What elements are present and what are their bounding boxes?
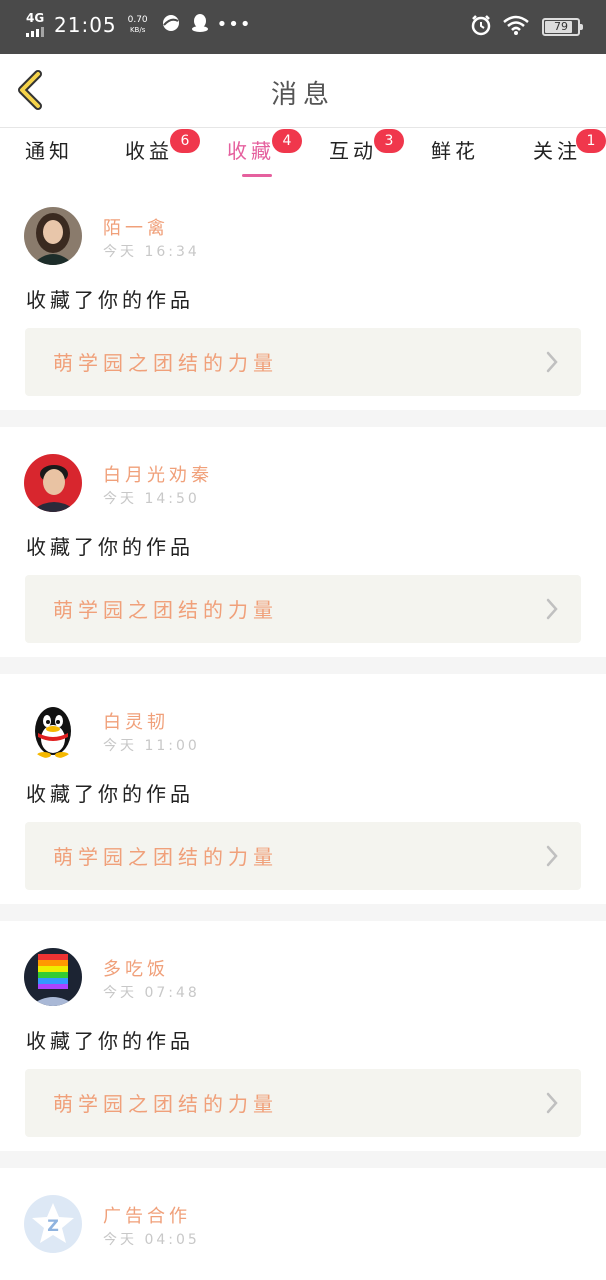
network-type: 4G (26, 11, 45, 25)
page-title: 消息 (270, 80, 335, 110)
avatar-woman[interactable] (24, 207, 82, 265)
active-tab-indicator (242, 174, 272, 177)
network-speed: 0.70 KB/s (125, 15, 151, 35)
work-title: 萌学园之团结的力量 (53, 1092, 278, 1116)
timestamp: 今天 16:34 (103, 244, 200, 260)
username[interactable]: 白灵韧 (103, 708, 169, 734)
wifi-icon (502, 15, 530, 39)
count-badge: 4 (272, 129, 302, 153)
username[interactable]: 陌一禽 (103, 214, 169, 240)
work-title: 萌学园之团结的力量 (53, 845, 278, 869)
avatar-man[interactable] (24, 454, 82, 512)
status-time: 21:05 (54, 13, 117, 37)
count-badge: 6 (170, 129, 200, 153)
divider (0, 657, 606, 674)
tab-label: 鲜花 (431, 139, 479, 163)
work-link[interactable]: 萌学园之团结的力量 (25, 575, 581, 643)
tab-flowers[interactable]: 鲜花 (410, 136, 500, 180)
message-list: 陌一禽 今天 16:34 收藏了你的作品 萌学园之团结的力量 白月光劝秦 今天 … (0, 180, 606, 1264)
tab-bar: 通知 收益 6 收藏 4 互动 3 鲜花 关注 1 (0, 128, 606, 180)
username[interactable]: 广告合作 (103, 1202, 191, 1228)
work-link[interactable]: 萌学园之团结的力量 (25, 1069, 581, 1137)
chevron-right-icon (546, 598, 558, 620)
chevron-right-icon (546, 351, 558, 373)
timestamp: 今天 07:48 (103, 985, 200, 1001)
count-badge: 1 (576, 129, 606, 153)
divider (0, 1151, 606, 1168)
username[interactable]: 多吃饭 (103, 955, 169, 981)
svg-text:Z: Z (47, 1216, 59, 1235)
qq-icon (191, 13, 209, 37)
work-link[interactable]: 萌学园之团结的力量 (25, 328, 581, 396)
action-text: 收藏了你的作品 (26, 288, 194, 312)
message-card: 陌一禽 今天 16:34 收藏了你的作品 萌学园之团结的力量 (0, 180, 606, 410)
tab-favorites[interactable]: 收藏 4 (206, 129, 302, 180)
browser-icon (161, 13, 181, 37)
message-card: 多吃饭 今天 07:48 收藏了你的作品 萌学园之团结的力量 (0, 921, 606, 1151)
work-title: 萌学园之团结的力量 (53, 351, 278, 375)
tab-label: 关注 (533, 139, 581, 163)
action-text: 收藏了你的作品 (26, 1029, 194, 1053)
timestamp: 今天 11:00 (103, 738, 200, 754)
tab-earnings[interactable]: 收益 6 (104, 129, 200, 180)
alarm-icon (470, 14, 492, 40)
avatar-penguin[interactable] (24, 701, 82, 759)
action-text: 收藏了你的作品 (26, 782, 194, 806)
count-badge: 3 (374, 129, 404, 153)
action-text: 收藏了你的作品 (26, 535, 194, 559)
message-card: 白灵韧 今天 11:00 收藏了你的作品 萌学园之团结的力量 (0, 674, 606, 904)
tab-following[interactable]: 关注 1 (512, 129, 606, 180)
message-card: 白月光劝秦 今天 14:50 收藏了你的作品 萌学园之团结的力量 (0, 427, 606, 657)
tab-interactions[interactable]: 互动 3 (308, 129, 404, 180)
battery-level: 79 (554, 20, 568, 33)
timestamp: 今天 04:05 (103, 1232, 200, 1248)
avatar-logo[interactable]: Z (24, 1195, 82, 1253)
tab-label: 收藏 (227, 139, 275, 163)
username[interactable]: 白月光劝秦 (103, 461, 213, 487)
work-link[interactable]: 萌学园之团结的力量 (25, 822, 581, 890)
avatar-rainbow[interactable] (24, 948, 82, 1006)
signal-icon: 4G (24, 12, 48, 38)
app-header: 消息 (0, 54, 606, 128)
more-dots-icon: ••• (216, 14, 252, 35)
timestamp: 今天 14:50 (103, 491, 200, 507)
tab-label: 收益 (125, 139, 173, 163)
speed-unit: KB/s (129, 26, 146, 34)
tab-label: 互动 (329, 139, 377, 163)
chevron-right-icon (546, 1092, 558, 1114)
divider (0, 410, 606, 427)
message-card: Z 广告合作 今天 04:05 (0, 1168, 606, 1264)
work-title: 萌学园之团结的力量 (53, 598, 278, 622)
tab-notifications[interactable]: 通知 (4, 136, 94, 180)
tab-label: 通知 (25, 139, 73, 163)
divider (0, 904, 606, 921)
status-bar: 4G 21:05 0.70 KB/s ••• 79 (0, 0, 606, 54)
battery-icon: 79 (542, 18, 583, 36)
speed-value: 0.70 (127, 15, 148, 25)
chevron-right-icon (546, 845, 558, 867)
